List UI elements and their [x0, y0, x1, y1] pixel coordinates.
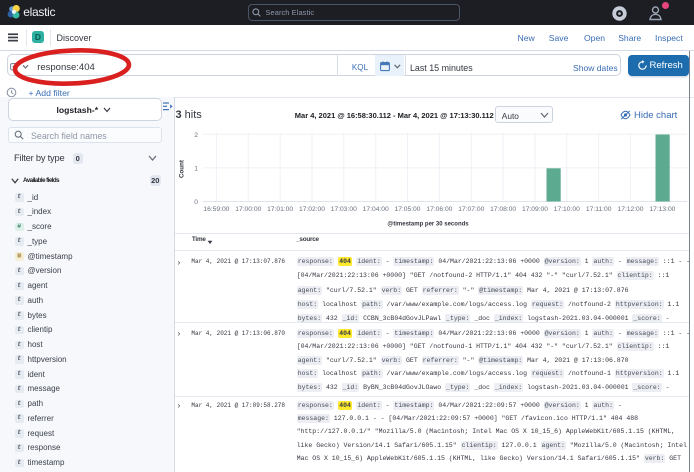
- svg-text:1: 1: [194, 165, 198, 172]
- svg-text:@timestamp per 30 seconds: @timestamp per 30 seconds: [387, 221, 469, 227]
- svg-text:17:13:00: 17:13:00: [649, 206, 675, 213]
- svg-text:17:03:00: 17:03:00: [331, 206, 357, 213]
- svg-text:17:09:00: 17:09:00: [522, 206, 548, 213]
- svg-text:16:59:00: 16:59:00: [203, 206, 229, 213]
- svg-text:17:11:00: 17:11:00: [586, 206, 612, 213]
- svg-text:17:02:00: 17:02:00: [299, 206, 325, 213]
- svg-text:17:08:00: 17:08:00: [490, 206, 516, 213]
- svg-text:2: 2: [194, 132, 198, 139]
- svg-text:17:06:00: 17:06:00: [426, 206, 452, 213]
- svg-text:17:01:00: 17:01:00: [267, 206, 293, 213]
- svg-text:17:07:00: 17:07:00: [458, 206, 484, 213]
- svg-text:17:12:00: 17:12:00: [617, 206, 643, 213]
- svg-text:17:10:00: 17:10:00: [554, 206, 580, 213]
- svg-text:17:05:00: 17:05:00: [394, 206, 420, 213]
- svg-text:0: 0: [194, 199, 198, 206]
- svg-text:17:04:00: 17:04:00: [363, 206, 389, 213]
- svg-text:Count: Count: [179, 160, 186, 178]
- svg-text:17:00:00: 17:00:00: [235, 206, 261, 213]
